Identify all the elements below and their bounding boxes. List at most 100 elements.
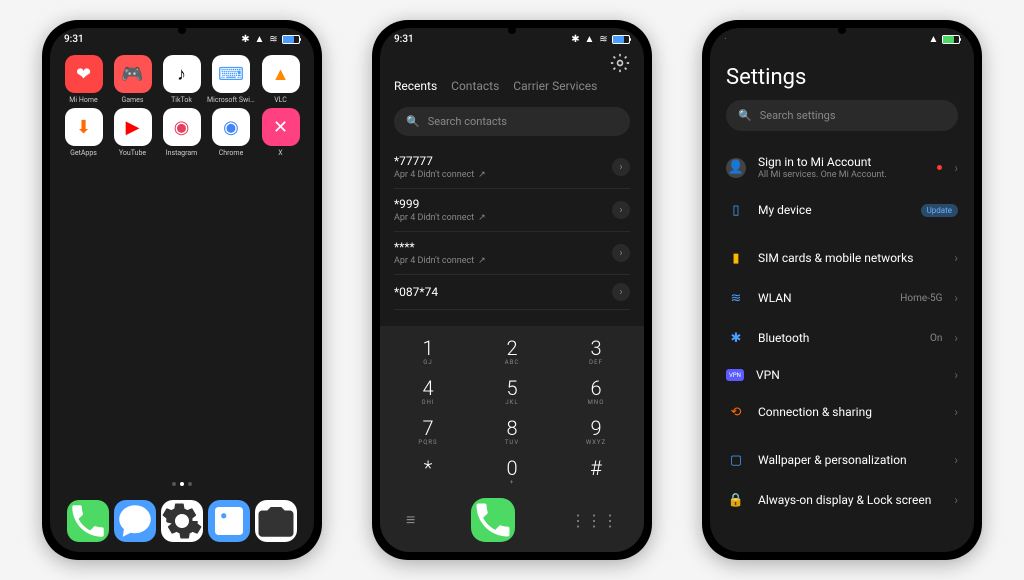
- search-settings[interactable]: 🔍 Search settings: [726, 100, 958, 131]
- dock-messages[interactable]: [114, 500, 156, 542]
- setting-always-on-display-lock-screen[interactable]: 🔒 Always-on display & Lock screen ›: [710, 480, 974, 520]
- chevron-right-icon: ›: [954, 493, 958, 507]
- outgoing-icon: ↗: [478, 256, 486, 266]
- chevron-right-icon[interactable]: ›: [612, 201, 630, 219]
- call-item[interactable]: *087*74 ›: [394, 275, 630, 310]
- app-x[interactable]: ✕ X: [257, 108, 304, 157]
- key-letters: GHI: [422, 399, 435, 406]
- key-digit: #: [590, 458, 602, 478]
- device-icon: ▯: [726, 200, 746, 220]
- app-icon: ▲: [262, 55, 300, 93]
- app-mi-home[interactable]: ❤ Mi Home: [60, 55, 107, 104]
- chevron-right-icon[interactable]: ›: [612, 283, 630, 301]
- chevron-right-icon[interactable]: ›: [612, 158, 630, 176]
- key-1[interactable]: 1 GJ: [396, 334, 460, 370]
- call-meta: Apr 4 Didn't connect ↗: [394, 256, 486, 266]
- setting-label: Connection & sharing: [758, 405, 942, 419]
- call-meta: Apr 4 Didn't connect ↗: [394, 213, 486, 223]
- key-2[interactable]: 2 ABC: [480, 334, 544, 370]
- outgoing-icon: ↗: [478, 170, 486, 180]
- dock-phone[interactable]: [67, 500, 109, 542]
- dock: [56, 494, 308, 552]
- app-label: Instagram: [166, 149, 198, 157]
- search-icon: 🔍: [406, 115, 420, 128]
- call-item[interactable]: **** Apr 4 Didn't connect ↗ ›: [394, 232, 630, 275]
- keypad: 1 GJ 2 ABC 3 DEF 4 GHI 5 JKL 6 MNO 7 PQRS 8 TUV…: [380, 326, 644, 552]
- chevron-right-icon: ›: [954, 405, 958, 419]
- account-icon: 👤: [726, 158, 746, 178]
- menu-icon[interactable]: ≡: [406, 510, 415, 530]
- app-label: Microsoft SwiftKey...: [207, 96, 255, 104]
- key-*[interactable]: *: [396, 454, 460, 490]
- setting-sim-cards-mobile-networks[interactable]: ▮ SIM cards & mobile networks ›: [710, 238, 974, 278]
- setting-bluetooth[interactable]: ✱ Bluetooth On ›: [710, 318, 974, 358]
- dialpad-toggle-icon[interactable]: ⋮⋮⋮: [570, 511, 618, 530]
- app-vlc[interactable]: ▲ VLC: [257, 55, 304, 104]
- app-icon: ◉: [163, 108, 201, 146]
- key-0[interactable]: 0 +: [480, 454, 544, 490]
- call-number: *77777: [394, 154, 486, 168]
- status-time: 9:31: [394, 34, 414, 45]
- setting-wlan[interactable]: ≋ WLAN Home-5G ›: [710, 278, 974, 318]
- chevron-right-icon: ›: [954, 331, 958, 345]
- setting-icon: ▢: [726, 450, 746, 470]
- setting-wallpaper-personalization[interactable]: ▢ Wallpaper & personalization ›: [710, 440, 974, 480]
- update-badge: Update: [921, 204, 958, 217]
- key-letters: TUV: [505, 439, 519, 446]
- key-digit: 9: [590, 418, 601, 438]
- setting-account[interactable]: 👤 Sign in to Mi Account All Mi services.…: [710, 145, 974, 190]
- key-5[interactable]: 5 JKL: [480, 374, 544, 410]
- notification-dot-icon: [937, 165, 942, 170]
- tab-contacts[interactable]: Contacts: [451, 79, 499, 93]
- setting-connection-sharing[interactable]: ⟲ Connection & sharing ›: [710, 392, 974, 432]
- app-tiktok[interactable]: ♪ TikTok: [158, 55, 205, 104]
- key-digit: 8: [506, 418, 517, 438]
- status-time: ·: [724, 34, 727, 45]
- battery-icon: [612, 35, 630, 44]
- search-contacts[interactable]: 🔍 Search contacts: [394, 107, 630, 136]
- dock-camera[interactable]: [255, 500, 297, 542]
- key-8[interactable]: 8 TUV: [480, 414, 544, 450]
- app-instagram[interactable]: ◉ Instagram: [158, 108, 205, 157]
- app-label: X: [278, 149, 282, 157]
- dock-settings[interactable]: [161, 500, 203, 542]
- notch: [178, 26, 186, 34]
- setting-label: Wallpaper & personalization: [758, 453, 942, 467]
- setting-label: SIM cards & mobile networks: [758, 251, 942, 265]
- app-games[interactable]: 🎮 Games: [109, 55, 156, 104]
- app-getapps[interactable]: ⬇ GetApps: [60, 108, 107, 157]
- app-icon: 🎮: [114, 55, 152, 93]
- wifi-icon: ≋: [598, 34, 609, 45]
- setting-label: Sign in to Mi Account: [758, 155, 925, 169]
- chevron-right-icon[interactable]: ›: [612, 244, 630, 262]
- notch: [838, 26, 846, 34]
- app-label: GetApps: [70, 149, 97, 157]
- tab-carrier-services[interactable]: Carrier Services: [513, 79, 597, 93]
- key-3[interactable]: 3 DEF: [564, 334, 628, 370]
- key-9[interactable]: 9 WXYZ: [564, 414, 628, 450]
- key-6[interactable]: 6 MNO: [564, 374, 628, 410]
- battery-icon: [942, 35, 960, 44]
- app-microsoft-swiftkey-[interactable]: ⌨ Microsoft SwiftKey...: [207, 55, 255, 104]
- gear-icon[interactable]: [610, 53, 630, 73]
- key-letters: ABC: [505, 359, 520, 366]
- key-#[interactable]: #: [564, 454, 628, 490]
- dock-gallery[interactable]: [208, 500, 250, 542]
- key-4[interactable]: 4 GHI: [396, 374, 460, 410]
- setting-my-device[interactable]: ▯ My device Update: [710, 190, 974, 230]
- search-placeholder: Search settings: [760, 109, 836, 122]
- bluetooth-icon: ✱: [570, 34, 581, 45]
- setting-vpn[interactable]: VPN VPN ›: [710, 358, 974, 392]
- app-chrome[interactable]: ◉ Chrome: [207, 108, 255, 157]
- key-letters: DEF: [589, 359, 603, 366]
- chevron-right-icon: ›: [954, 161, 958, 175]
- app-youtube[interactable]: ▶ YouTube: [109, 108, 156, 157]
- key-7[interactable]: 7 PQRS: [396, 414, 460, 450]
- call-item[interactable]: *999 Apr 4 Didn't connect ↗ ›: [394, 189, 630, 232]
- page-indicator[interactable]: [56, 482, 308, 486]
- call-button[interactable]: [471, 498, 515, 542]
- tab-recents[interactable]: Recents: [394, 79, 437, 93]
- call-item[interactable]: *77777 Apr 4 Didn't connect ↗ ›: [394, 146, 630, 189]
- chevron-right-icon: ›: [954, 291, 958, 305]
- app-grid: ❤ Mi Home🎮 Games♪ TikTok⌨ Microsoft Swif…: [56, 55, 308, 157]
